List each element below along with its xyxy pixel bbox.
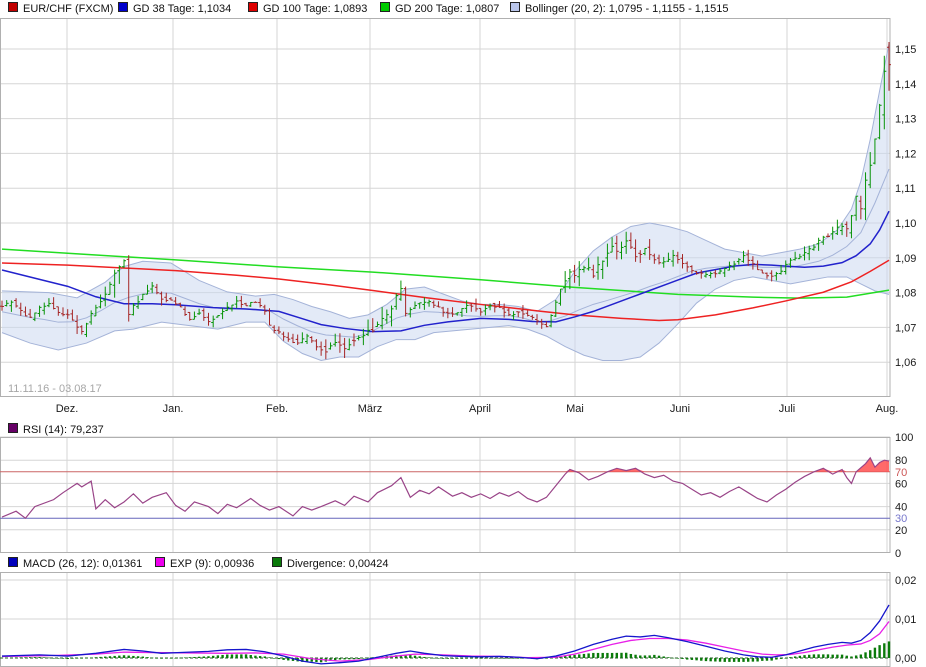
legend-label: EXP (9): 0,00936 [170, 558, 255, 570]
date-range-label: 11.11.16 - 03.08.17 [8, 383, 102, 395]
legend-label: EUR/CHF (FXCM) [23, 3, 114, 15]
svg-text:70: 70 [895, 467, 907, 479]
legend-item-bollinger[interactable]: Bollinger (20, 2): 1,0795 - 1,1155 - 1,1… [510, 2, 728, 15]
legend-item-divergence[interactable]: Divergence: 0,00424 [272, 557, 389, 570]
svg-text:0,00: 0,00 [895, 653, 916, 665]
legend-swatch-icon [272, 557, 282, 567]
legend-item-gd100[interactable]: GD 100 Tage: 1,0893 [248, 2, 367, 15]
legend-item-exp[interactable]: EXP (9): 0,00936 [155, 557, 254, 570]
legend-label: GD 200 Tage: 1,0807 [395, 3, 500, 15]
legend-swatch-icon [8, 2, 18, 12]
legend-item-gd200[interactable]: GD 200 Tage: 1,0807 [380, 2, 499, 15]
svg-text:1,07: 1,07 [895, 322, 916, 334]
legend-label: Divergence: 0,00424 [287, 558, 389, 570]
svg-text:1,14: 1,14 [895, 79, 916, 91]
svg-text:60: 60 [895, 478, 907, 490]
svg-text:Juni: Juni [670, 403, 690, 415]
legend-item-macd[interactable]: MACD (26, 12): 0,01361 [8, 557, 142, 570]
chart-window: 1,15 1,14 1,13 1,12 1,11 1,10 1,09 1,08 1,07 1,06… [0, 0, 926, 667]
month-axis: Dez. Jan. Feb. März April Mai Juni Juli Aug. [56, 403, 899, 415]
svg-text:0,02: 0,02 [895, 575, 916, 587]
svg-text:1,08: 1,08 [895, 288, 916, 300]
svg-text:Aug.: Aug. [876, 403, 899, 415]
svg-text:1,09: 1,09 [895, 253, 916, 265]
legend-label: RSI (14): 79,237 [23, 424, 104, 436]
legend-label: GD 38 Tage: 1,1034 [133, 3, 232, 15]
svg-text:April: April [469, 403, 491, 415]
legend-label: GD 100 Tage: 1,0893 [263, 3, 368, 15]
macd-panel-legend: MACD (26, 12): 0,01361 EXP (9): 0,00936 Di… [0, 557, 926, 571]
svg-text:30: 30 [895, 513, 907, 525]
svg-text:80: 80 [895, 455, 907, 467]
svg-text:Juli: Juli [779, 403, 796, 415]
legend-label: MACD (26, 12): 0,01361 [23, 558, 143, 570]
svg-text:1,10: 1,10 [895, 218, 916, 230]
svg-text:Dez.: Dez. [56, 403, 79, 415]
legend-item-instrument[interactable]: EUR/CHF (FXCM) [8, 2, 113, 15]
svg-text:1,12: 1,12 [895, 148, 916, 160]
legend-swatch-icon [510, 2, 520, 12]
legend-swatch-icon [155, 557, 165, 567]
legend-item-gd38[interactable]: GD 38 Tage: 1,1034 [118, 2, 231, 15]
legend-swatch-icon [8, 557, 18, 567]
svg-text:Feb.: Feb. [266, 403, 288, 415]
svg-text:1,13: 1,13 [895, 114, 916, 126]
rsi-plot [0, 456, 890, 520]
rsi-line [1, 456, 890, 520]
macd-plot [0, 604, 891, 665]
legend-swatch-icon [118, 2, 128, 12]
svg-text:Jan.: Jan. [163, 403, 184, 415]
svg-text:1,11: 1,11 [895, 183, 916, 195]
svg-text:März: März [358, 403, 382, 415]
svg-text:Mai: Mai [566, 403, 584, 415]
bollinger-band [1, 43, 890, 361]
price-panel-legend: EUR/CHF (FXCM) GD 38 Tage: 1,1034 GD 100 T… [0, 2, 926, 16]
legend-swatch-icon [248, 2, 258, 12]
rsi-panel-legend: RSI (14): 79,237 [0, 423, 926, 437]
axis-labels: 1,15 1,14 1,13 1,12 1,11 1,10 1,09 1,08 1,07 1,06… [895, 44, 916, 665]
svg-text:20: 20 [895, 525, 907, 537]
legend-item-rsi[interactable]: RSI (14): 79,237 [8, 423, 104, 436]
svg-text:1,06: 1,06 [895, 357, 916, 369]
legend-swatch-icon [8, 423, 18, 433]
svg-text:40: 40 [895, 502, 907, 514]
legend-swatch-icon [380, 2, 390, 12]
svg-text:0,01: 0,01 [895, 614, 916, 626]
svg-text:1,15: 1,15 [895, 44, 916, 56]
legend-label: Bollinger (20, 2): 1,0795 - 1,1155 - 1,1… [525, 3, 729, 15]
